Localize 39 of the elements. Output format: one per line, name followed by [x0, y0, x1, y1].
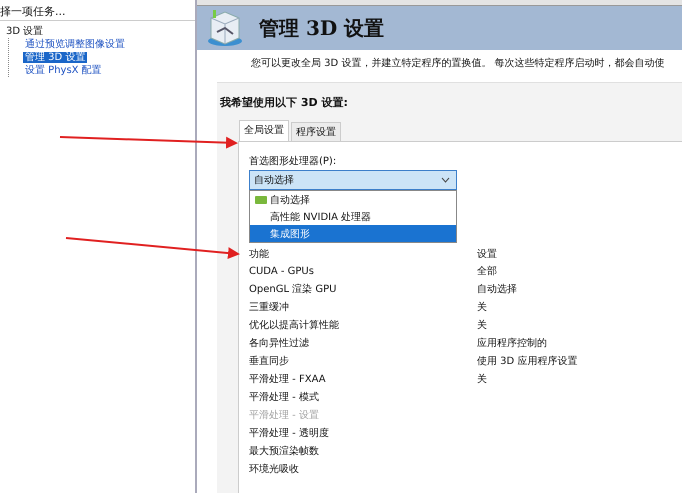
table-cell-text: 三重缓冲: [249, 300, 290, 314]
tree-item[interactable]: 管理 3D 设置: [23, 52, 88, 63]
table-cell-text: 最大预渲染帧数: [249, 444, 320, 458]
tree-item[interactable]: 通过预览调整图像设置: [23, 39, 127, 50]
table-cell-text: 使用 3D 应用程序设置: [477, 354, 578, 368]
caret-icon: [441, 177, 450, 183]
tab[interactable]: 程序设置: [291, 122, 341, 141]
description-text: 您可以更改全局 3D 设置，并建立特定程序的置换值。 每次这些特定程序启动时，都会自动使: [250, 56, 666, 71]
table-cell-text: 关: [477, 318, 487, 332]
column-header: 设置: [477, 248, 497, 261]
tree-item[interactable]: 设置 PhysX 配置: [23, 65, 104, 76]
3d-cube-icon: [205, 8, 245, 48]
page-title: 管理 3D 设置: [259, 14, 384, 42]
table-cell-text: CUDA - GPUs: [249, 266, 315, 276]
table-cell-text: 自动选择: [477, 282, 517, 296]
table-cell-text: 平滑处理 - FXAA: [249, 372, 327, 386]
gpu-dropdown[interactable]: 自动选择: [249, 170, 457, 190]
settings-heading: 我希望使用以下 3D 设置:: [218, 95, 349, 111]
table-cell-text: 关: [477, 300, 487, 314]
dropdown-option[interactable]: 自动选择: [250, 191, 456, 208]
tree-item[interactable]: 3D 设置: [4, 26, 46, 37]
dropdown-option[interactable]: 集成图形: [250, 225, 456, 242]
table-cell-text: 优化以提高计算性能: [249, 318, 340, 332]
table-cell-text: 应用程序控制的: [477, 336, 547, 350]
field-label: 首选图形处理器(P):: [249, 154, 338, 169]
table-cell-text: 垂直同步: [249, 354, 290, 368]
table-cell-text: 关: [477, 372, 487, 386]
table-cell-text: 平滑处理 - 透明度: [249, 426, 330, 440]
sidebar-title: 择一项任务...: [0, 0, 195, 21]
table-cell-text: 全部: [477, 264, 497, 278]
tab[interactable]: 全局设置: [239, 120, 289, 141]
chip-icon: [255, 196, 267, 204]
table-cell-text: 各向异性过滤: [249, 336, 310, 350]
dropdown-option[interactable]: 高性能 NVIDIA 处理器: [250, 208, 456, 225]
table-cell-text: 环境光吸收: [249, 462, 300, 476]
table-cell-text: 平滑处理 - 设置: [249, 408, 320, 422]
table-cell-text: OpenGL 渲染 GPU: [249, 282, 338, 296]
column-header: 功能: [249, 248, 270, 261]
table-cell-text: 平滑处理 - 模式: [249, 390, 320, 404]
